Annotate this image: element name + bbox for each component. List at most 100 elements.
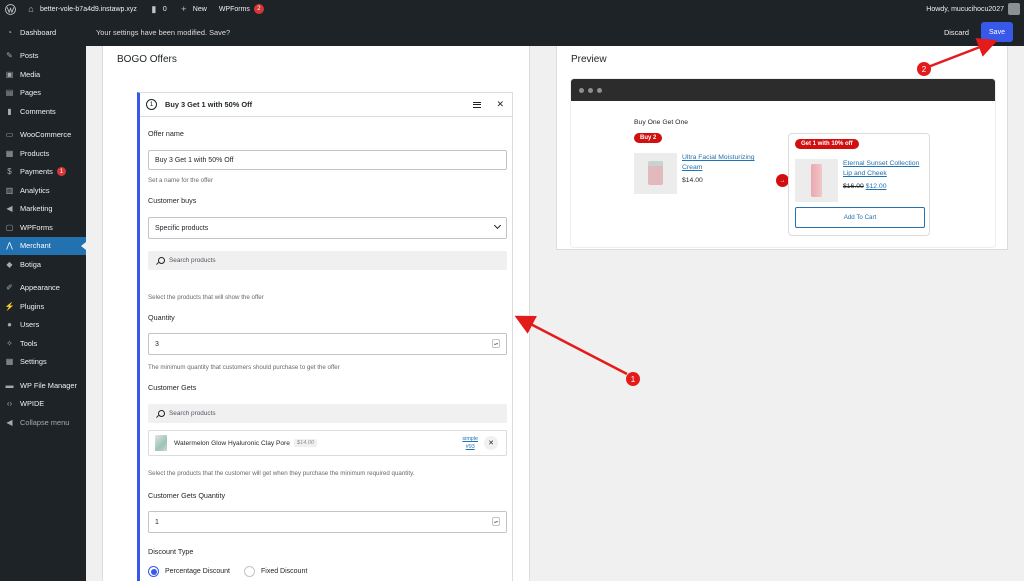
product-a-price: $14.00 bbox=[682, 177, 703, 184]
merchant-icon: ⋀ bbox=[6, 241, 13, 251]
wrench-icon: ✧ bbox=[6, 338, 13, 348]
home-icon: ⌂ bbox=[28, 4, 34, 14]
search-placeholder: Search products bbox=[169, 257, 216, 264]
avatar bbox=[1008, 3, 1020, 15]
sidebar-item-label: WP File Manager bbox=[20, 380, 77, 390]
wordpress-logo-icon[interactable] bbox=[0, 0, 20, 18]
botiga-icon: ◆ bbox=[6, 259, 13, 269]
new-content-link[interactable]: + New bbox=[173, 0, 213, 18]
admin-bar: ⌂ better-vole-b7a4d9.instawp.xyz ▮ 0 + N… bbox=[0, 0, 1024, 18]
sidebar-item-label: Settings bbox=[20, 357, 47, 367]
window-dot-icon bbox=[579, 87, 584, 93]
sidebar-item-label: Payments bbox=[20, 167, 53, 177]
percentage-discount-label: Percentage Discount bbox=[165, 568, 230, 575]
sidebar-item-appearance[interactable]: ✐ Appearance bbox=[0, 279, 86, 298]
sidebar-item-analytics[interactable]: ▥ Analytics bbox=[0, 181, 86, 200]
discount-type-radios: Percentage Discount Fixed Discount bbox=[148, 566, 307, 577]
brush-icon: ✐ bbox=[6, 283, 13, 293]
sidebar-item-woocommerce[interactable]: ▭ WooCommerce bbox=[0, 126, 86, 145]
sidebar-item-pages[interactable]: ▤ Pages bbox=[0, 84, 86, 103]
fixed-discount-label: Fixed Discount bbox=[260, 568, 308, 575]
offer-name-input[interactable]: Buy 3 Get 1 with 50% Off bbox=[148, 150, 507, 170]
sidebar-item-marketing[interactable]: ◀ Marketing bbox=[0, 200, 86, 219]
product-type-link[interactable]: simple bbox=[462, 435, 478, 443]
gets-product-price: $14.00 bbox=[293, 439, 318, 447]
sale-price: $12.00 bbox=[865, 183, 887, 190]
sidebar-item-media[interactable]: ▣ Media bbox=[0, 65, 86, 84]
fixed-discount-radio[interactable] bbox=[243, 566, 255, 577]
add-to-cart-button[interactable]: Add To Cart bbox=[795, 207, 925, 228]
sidebar-item-label: Media bbox=[20, 69, 41, 79]
stepper-icon[interactable]: ▴▾ bbox=[492, 339, 500, 348]
site-name-link[interactable]: ⌂ better-vole-b7a4d9.instawp.xyz bbox=[20, 0, 143, 18]
main-content: BOGO Offers 1 Buy 3 Get 1 with 50% Off ✕… bbox=[86, 46, 1024, 581]
sidebar-item-label: Comments bbox=[20, 106, 56, 116]
woo-icon: ▭ bbox=[5, 130, 14, 140]
pin-icon: ✎ bbox=[6, 51, 13, 61]
gets-quantity-input[interactable]: 1 ▴▾ bbox=[148, 511, 507, 533]
sidebar-item-label: Merchant bbox=[20, 241, 51, 251]
sidebar-item-botiga[interactable]: ◆ Botiga bbox=[0, 255, 86, 274]
sidebar-item-tools[interactable]: ✧ Tools bbox=[0, 334, 86, 353]
sidebar-item-label: Products bbox=[20, 148, 50, 158]
code-icon: ‹› bbox=[6, 399, 13, 409]
quantity-help: The minimum quantity that customers shou… bbox=[148, 364, 340, 371]
plus-icon: + bbox=[181, 4, 187, 14]
gets-product-name: Watermelon Glow Hyaluronic Clay Pore bbox=[174, 439, 290, 447]
percentage-discount-radio[interactable] bbox=[148, 566, 159, 577]
products-icon: ▦ bbox=[5, 148, 14, 158]
sidebar-item-label: Plugins bbox=[20, 301, 45, 311]
comment-icon: ▮ bbox=[151, 3, 157, 14]
sidebar-item-label: Posts bbox=[20, 51, 39, 61]
quantity-input[interactable]: 3 ▴▾ bbox=[148, 333, 507, 355]
drag-menu-icon[interactable] bbox=[473, 101, 482, 108]
save-button[interactable]: Save bbox=[981, 22, 1013, 42]
payments-badge: 1 bbox=[56, 167, 66, 177]
preview-title: Preview bbox=[571, 54, 607, 65]
pages-icon: ▤ bbox=[5, 88, 14, 98]
remove-product-button[interactable]: ✕ bbox=[484, 436, 498, 450]
comments-link[interactable]: ▮ 0 bbox=[143, 0, 173, 18]
offer-name-help: Set a name for the offer bbox=[148, 177, 213, 184]
product-id-link[interactable]: #93 bbox=[466, 443, 475, 451]
annotation-badge-1: 1 bbox=[626, 372, 640, 386]
admin-sidebar: ◔ Dashboard ✎ Posts ▣ Media ▤ Pages ▮ Comment… bbox=[0, 18, 86, 581]
sidebar-item-dashboard[interactable]: ◔ Dashboard bbox=[0, 23, 86, 42]
offer-name-label: Offer name bbox=[148, 129, 184, 138]
gets-offer-card: Get 1 with 10% off Eternal Sunset Collec… bbox=[788, 133, 930, 236]
gets-product-item: Watermelon Glow Hyaluronic Clay Pore $14… bbox=[148, 430, 507, 456]
sidebar-item-settings[interactable]: ▦ Settings bbox=[0, 353, 86, 372]
close-icon[interactable]: ✕ bbox=[496, 99, 504, 110]
stepper-icon[interactable]: ▴▾ bbox=[492, 517, 500, 526]
offer-header[interactable]: 1 Buy 3 Get 1 with 50% Off ✕ bbox=[140, 93, 512, 117]
my-account-link[interactable]: Howdy, mucucihocu2027 bbox=[920, 0, 1024, 18]
sidebar-item-wpide[interactable]: ‹› WPIDE bbox=[0, 395, 86, 414]
sidebar-item-posts[interactable]: ✎ Posts bbox=[0, 47, 86, 66]
new-label: New bbox=[192, 5, 207, 13]
sidebar-item-wp-file-manager[interactable]: ▬ WP File Manager bbox=[0, 376, 86, 395]
gets-search-input[interactable]: Search products bbox=[148, 404, 507, 423]
customer-buys-select[interactable]: Specific products bbox=[148, 217, 507, 239]
sidebar-item-merchant[interactable]: ⋀ Merchant bbox=[0, 236, 86, 255]
product-b-link[interactable]: Eternal Sunset Collection Lip and Cheek bbox=[843, 159, 927, 179]
product-a-link[interactable]: Ultra Facial Moisturizing Cream bbox=[682, 153, 764, 173]
buys-search-input[interactable]: Search products bbox=[148, 251, 507, 270]
search-placeholder: Search products bbox=[169, 410, 216, 417]
dashboard-icon: ◔ bbox=[7, 27, 12, 37]
discard-button[interactable]: Discard bbox=[944, 28, 969, 37]
sidebar-item-plugins[interactable]: ⚡ Plugins bbox=[0, 297, 86, 316]
sidebar-item-products[interactable]: ▦ Products bbox=[0, 144, 86, 163]
sidebar-item-payments[interactable]: $ Payments 1 bbox=[0, 163, 86, 182]
sidebar-item-label: Users bbox=[20, 320, 40, 330]
wpforms-link[interactable]: WPForms 2 bbox=[213, 0, 270, 18]
collapse-menu-button[interactable]: ◀ Collapse menu bbox=[0, 413, 86, 432]
search-icon bbox=[156, 409, 165, 418]
sidebar-item-wpforms[interactable]: ▢ WPForms bbox=[0, 218, 86, 237]
sidebar-item-comments[interactable]: ▮ Comments bbox=[0, 102, 86, 121]
sidebar-item-users[interactable]: ● Users bbox=[0, 316, 86, 335]
customer-gets-label: Customer Gets bbox=[148, 383, 197, 392]
forms-icon: ▢ bbox=[5, 222, 14, 232]
sidebar-item-label: Marketing bbox=[20, 204, 53, 214]
collapse-icon: ◀ bbox=[6, 417, 13, 427]
annotation-badge-2: 2 bbox=[917, 62, 931, 76]
